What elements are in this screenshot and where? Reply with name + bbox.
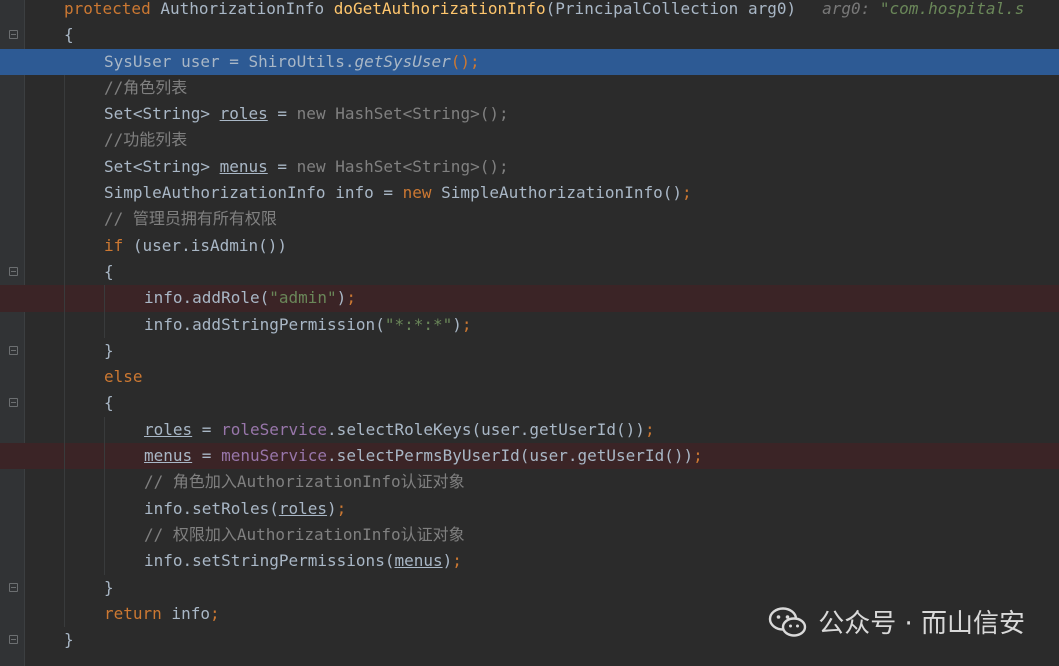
code-line[interactable]: info.addStringPermission("*:*:*"); (0, 311, 1059, 338)
comment: //功能列表 (104, 130, 188, 150)
code-line[interactable]: //功能列表 (0, 127, 1059, 154)
code-line[interactable]: roles = roleService.selectRoleKeys(user.… (0, 416, 1059, 444)
fold-icon[interactable] (9, 266, 18, 276)
fold-icon[interactable] (9, 345, 18, 355)
variable-menus: menus (219, 156, 268, 176)
method-params: (PrincipalCollection arg0) (545, 0, 797, 18)
code-line[interactable]: // 角色加入AuthorizationInfo认证对象 (0, 469, 1059, 496)
code-line[interactable]: } (0, 337, 1059, 365)
code-line[interactable]: info.setRoles(roles); (0, 495, 1059, 522)
debug-hint-label: arg0: (822, 0, 880, 18)
code-line[interactable]: { (0, 390, 1059, 417)
static-method-call: getSysUser (354, 51, 451, 71)
code-editor[interactable]: protected AuthorizationInfo doGetAuthori… (0, 0, 1059, 666)
method-name: doGetAuthorizationInfo (333, 0, 546, 18)
debug-hint-value: "com.hospital.s (879, 0, 1025, 18)
code-line[interactable]: // 管理员拥有所有权限 (0, 206, 1059, 233)
keyword: protected (64, 0, 151, 18)
comment: // 管理员拥有所有权限 (104, 209, 277, 229)
code-line[interactable]: { (0, 22, 1059, 48)
code-line[interactable]: Set<String> menus = new HashSet<String>(… (0, 153, 1059, 181)
watermark: 公众号 · 而山信安 (768, 603, 1025, 640)
code-line-breakpoint[interactable]: info.addRole("admin"); (0, 285, 1059, 312)
comment: //角色列表 (104, 77, 188, 97)
fold-icon[interactable] (9, 582, 18, 592)
code-line[interactable]: SimpleAuthorizationInfo info = new Simpl… (0, 180, 1059, 207)
return-type: AuthorizationInfo (150, 0, 334, 18)
code-line-breakpoint[interactable]: menus = menuService.selectPermsByUserId(… (0, 443, 1059, 470)
variable-roles: roles (219, 104, 268, 124)
comment: // 角色加入AuthorizationInfo认证对象 (144, 472, 465, 492)
code-line-current[interactable]: SysUser user = ShiroUtils.getSysUser(); (0, 48, 1059, 75)
code-line[interactable]: if (user.isAdmin()) (0, 232, 1059, 259)
fold-icon[interactable] (9, 30, 18, 40)
code-line[interactable]: Set<String> roles = new HashSet<String>(… (0, 101, 1059, 128)
wechat-icon (768, 606, 808, 638)
watermark-text: 公众号 · 而山信安 (818, 609, 1025, 639)
code-line[interactable]: protected AuthorizationInfo doGetAuthori… (0, 0, 1059, 22)
code-line[interactable]: } (0, 574, 1059, 601)
code-line[interactable]: //角色列表 (0, 74, 1059, 102)
fold-icon[interactable] (9, 398, 18, 408)
code-line[interactable]: info.setStringPermissions(menus); (0, 548, 1059, 575)
comment: // 权限加入AuthorizationInfo认证对象 (144, 524, 465, 544)
code-line[interactable]: // 权限加入AuthorizationInfo认证对象 (0, 521, 1059, 549)
code-line[interactable]: else (0, 364, 1059, 391)
fold-icon[interactable] (9, 635, 18, 645)
code-line[interactable]: { (0, 258, 1059, 286)
code-lines: protected AuthorizationInfo doGetAuthori… (0, 0, 1059, 653)
